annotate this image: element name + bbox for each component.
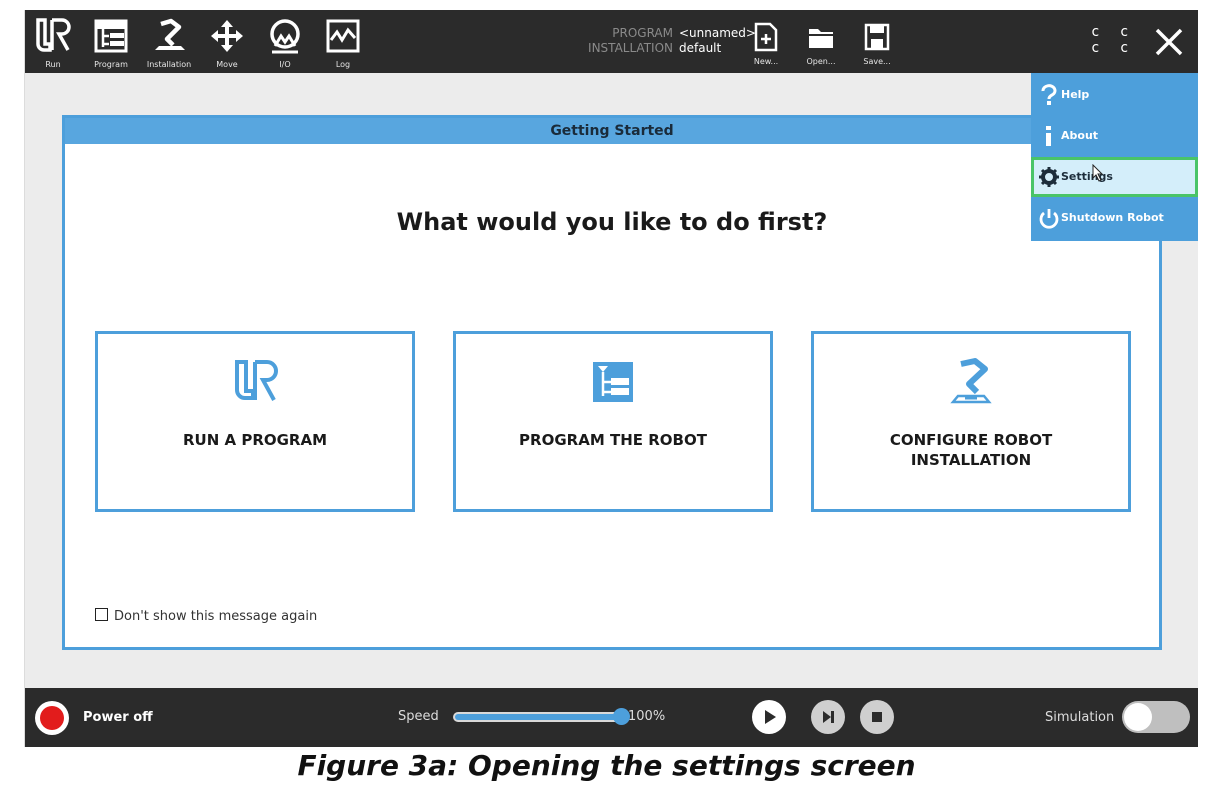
speed-slider[interactable] [453,712,623,722]
info-icon [1046,126,1051,146]
tab-installation-label: Installation [146,60,192,69]
power-button[interactable] [35,701,69,735]
menu-about-label: About [1061,129,1099,142]
close-icon[interactable] [1149,22,1189,62]
program-tree-icon [593,362,633,402]
cc-indicator: c c c c [1091,24,1134,56]
tab-move-label: Move [216,60,238,69]
play-button[interactable] [752,700,786,734]
menu-settings-label: Settings [1061,170,1113,183]
help-icon [1041,84,1057,105]
simulation-label: Simulation [1045,710,1115,725]
open-button[interactable]: Open... [799,16,843,70]
tab-run[interactable]: Run [25,14,81,72]
ur-logo-icon [36,18,71,52]
new-label: New... [753,57,779,66]
power-label: Power off [83,710,153,725]
configure-label-line1: CONFIGURE ROBOT [889,431,1053,449]
log-chart-icon [326,19,360,53]
robot-arm-icon [950,358,992,404]
screenshot-frame: Run Program Installation Move I/O Log PR… [24,10,1198,747]
tab-log[interactable]: Log [315,14,371,72]
dont-show-again[interactable]: Don't show this message again [95,608,317,624]
tab-log-label: Log [335,60,351,69]
mouse-cursor-icon [1092,164,1104,182]
power-indicator-icon [40,706,64,730]
program-tree-icon [94,19,128,53]
figure-caption: Figure 3a: Opening the settings screen [297,749,916,782]
dialog-question: What would you like to do first? [396,208,828,236]
speed-slider-fill [455,714,621,720]
ur-logo-icon [235,360,278,401]
menu-item-help[interactable]: Help [1031,75,1198,115]
tab-program-label: Program [94,60,128,69]
tab-run-label: Run [45,60,61,69]
tab-io-label: I/O [279,60,291,69]
tab-io[interactable]: I/O [257,14,313,72]
save-button[interactable]: Save... [855,16,899,70]
move-arrows-icon [211,20,243,52]
dont-show-label: Don't show this message again [114,609,318,624]
bottom-bar: Power off Speed 100% Simulation [25,688,1198,747]
folder-icon [809,29,833,48]
new-file-icon [754,22,778,52]
installation-key: INSTALLATION [588,41,673,55]
speed-value: 100% [628,709,666,724]
main-content: Getting Started What would you like to d… [25,73,1198,688]
io-icon [270,19,300,54]
simulation-toggle-knob [1124,703,1152,731]
menu-item-about[interactable]: About [1031,116,1198,156]
cc-bottom: c c [1091,40,1135,56]
new-button[interactable]: New... [744,16,788,70]
tab-installation[interactable]: Installation [141,14,197,72]
robot-arm-icon [155,18,185,50]
tab-program[interactable]: Program [83,14,139,72]
top-toolbar: Run Program Installation Move I/O Log PR… [25,10,1198,73]
menu-shutdown-label: Shutdown Robot [1061,211,1164,224]
power-icon [1039,209,1059,229]
dialog-title: Getting Started [65,118,1159,144]
run-program-label: RUN A PROGRAM [182,431,328,449]
program-robot-card[interactable]: PROGRAM THE ROBOT [453,331,773,512]
tab-move[interactable]: Move [199,14,255,72]
program-robot-label: PROGRAM THE ROBOT [519,431,707,449]
menu-help-label: Help [1061,88,1090,101]
stop-button[interactable] [860,700,894,734]
program-key: PROGRAM [612,26,673,40]
gear-icon [1039,167,1059,187]
dont-show-checkbox[interactable] [95,608,108,621]
configure-label-line2: INSTALLATION [910,451,1032,469]
installation-value: default [679,41,722,55]
open-label: Open... [806,57,836,66]
save-label: Save... [863,57,891,66]
configure-installation-card[interactable]: CONFIGURE ROBOT INSTALLATION [811,331,1131,512]
menu-item-settings[interactable]: Settings [1031,157,1198,197]
simulation-toggle[interactable] [1122,701,1190,733]
cc-top: c c [1091,24,1135,40]
program-info: PROGRAM <unnamed> INSTALLATION default [565,26,756,56]
settings-dropdown-menu: Help About Settings Shutdown Robot [1031,73,1198,241]
speed-label: Speed [398,709,439,724]
menu-item-shutdown[interactable]: Shutdown Robot [1031,198,1198,238]
step-button[interactable] [811,700,845,734]
run-program-card[interactable]: RUN A PROGRAM [95,331,415,512]
save-disk-icon [864,23,890,51]
getting-started-dialog: Getting Started What would you like to d… [62,115,1162,650]
